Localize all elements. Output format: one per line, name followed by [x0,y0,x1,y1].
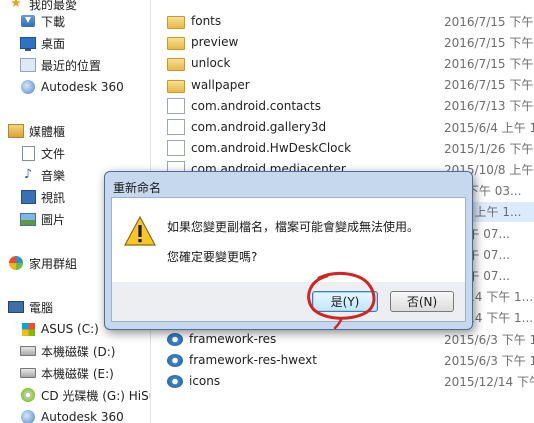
file-date: 2016/7/15 下午 0... [444,56,534,71]
file-date: 2015/12/14 下午 ... [444,374,534,389]
file-icon [167,97,185,114]
dialog-question: 您確定要變更嗎? [167,250,258,264]
file-name: framework-res [189,332,277,346]
nav-item-label: 下載 [41,14,66,29]
nav-item-drive-c[interactable]: ASUS (C:) [20,319,99,339]
autodesk-icon [20,410,36,423]
folder-icon [167,58,185,72]
file-row[interactable]: com.android.contacts 2016/7/13 下午 1... [167,96,534,116]
file-name: unlock [191,56,231,71]
nav-item-label: 桌面 [41,36,66,51]
nav-item-label: 最近的位置 [41,58,102,73]
file-date: 2015/6/3 下午 1... [444,353,534,368]
nav-item-label: Autodesk 360 [41,80,124,94]
nav-item-drive-g[interactable]: CD 光碟機 (G:) HiSu [20,385,151,405]
nav-item-label: ASUS (C:) [41,322,99,336]
nav-item-label: 視訊 [41,190,66,205]
nav-item-autodesk[interactable]: Autodesk 360 [20,77,124,97]
nav-item-drive-e[interactable]: 本機磁碟 (E:) [20,363,114,383]
file-date: 2016/7/13 下午 1... [444,99,534,114]
rename-dialog: 重新命名 如果您變更副檔名，檔案可能會變成無法使用。 您確定要變更嗎? 是(Y)… [104,171,473,330]
desktop-icon [20,36,36,51]
file-name: preview [191,35,239,50]
nav-item-desktop[interactable]: 桌面 [20,33,65,53]
nav-item-documents[interactable]: 文件 [20,143,65,163]
dialog-title: 重新命名 [113,181,162,195]
file-row[interactable]: wallpaper 2016/7/15 下午 0... [167,75,534,95]
file-icon [167,119,185,135]
dialog-footer: 是(Y) 否(N) [111,282,466,322]
windows-drive-icon [20,322,36,336]
nav-libraries-label: 媒體櫃 [29,124,66,139]
recent-places-icon [20,58,36,72]
nav-item-label: 文件 [41,146,66,161]
nav-item-video[interactable]: 視訊 [20,187,65,207]
nav-item-label: 本機磁碟 (E:) [41,366,114,381]
video-icon [20,190,36,204]
nav-item-label: 音樂 [41,168,66,183]
file-date: 2015/6/3 下午 1... [444,332,534,347]
file-name: framework-res-hwext [189,353,317,368]
no-button[interactable]: 否(N) [390,291,454,312]
file-row[interactable]: com.android.HwDeskClock 2015/1/26 下午 0... [167,138,534,158]
yes-button[interactable]: 是(Y) [312,291,378,312]
config-file-icon [167,353,183,367]
nav-libraries[interactable]: 媒體櫃 [8,121,65,141]
file-row[interactable]: fonts 2016/7/15 下午 ... [167,11,534,31]
file-date: 2016/7/15 下午 0... [444,78,534,93]
library-icon [8,124,24,138]
nav-computer[interactable]: 電腦 [8,297,53,317]
file-name: com.android.gallery3d [191,120,327,134]
folder-icon [167,16,185,29]
file-name: icons [189,374,221,389]
star-icon: ★ [10,0,22,11]
config-file-icon [167,332,183,346]
nav-item-recent-places[interactable]: 最近的位置 [20,55,101,75]
folder-icon [167,37,185,51]
config-file-icon [167,374,183,388]
file-name: fonts [191,14,222,28]
dialog-body: 如果您變更副檔名，檔案可能會變成無法使用。 您確定要變更嗎? [111,197,466,284]
file-name: com.android.HwDeskClock [191,141,352,156]
homegroup-icon [8,256,24,270]
file-icon [167,140,185,157]
pictures-icon [20,212,36,226]
file-row[interactable]: unlock 2016/7/15 下午 0... [167,53,534,73]
file-row[interactable]: icons 2015/12/14 下午 ... [167,371,534,391]
nav-computer-label: 電腦 [29,300,54,315]
nav-item-drive-d[interactable]: 本機磁碟 (D:) [20,341,115,361]
file-row[interactable]: framework-res-hwext 2015/6/3 下午 1... [167,350,534,370]
music-icon: ♪ [23,167,33,182]
documents-icon [20,145,36,161]
nav-item-downloads[interactable]: 下載 [20,11,65,31]
nav-homegroup-label: 家用群組 [29,256,78,271]
file-row[interactable]: preview 2016/7/15 下午 0... [167,32,534,52]
file-name: wallpaper [191,77,250,92]
nav-homegroup[interactable]: 家用群組 [8,253,77,273]
download-icon [20,14,36,28]
file-date: 2015/6/4 上午 11... [444,120,534,135]
drive-icon [20,366,36,380]
autodesk-icon [20,80,36,94]
nav-item-label: CD 光碟機 (G:) HiSu [41,388,151,403]
file-date: 2015/1/26 下午 0... [444,141,534,156]
cd-drive-icon [20,388,36,402]
nav-item-label: Autodesk 360 [41,410,124,423]
drive-icon [20,344,36,358]
computer-icon [8,300,24,314]
file-name: com.android.contacts [191,98,321,113]
nav-item-pictures[interactable]: 圖片 [20,209,65,229]
file-date: 2016/7/15 下午 0... [444,35,534,50]
dialog-message: 如果您變更副檔名，檔案可能會變成無法使用。 [167,220,420,234]
nav-item-autodesk-360[interactable]: Autodesk 360 [20,407,124,423]
folder-icon [167,79,185,93]
file-row[interactable]: com.android.gallery3d 2015/6/4 上午 11... [167,117,534,137]
nav-item-label: 本機磁碟 (D:) [41,344,116,359]
nav-item-music[interactable]: ♪ 音樂 [20,165,65,185]
nav-item-label: 圖片 [41,212,66,227]
file-date: 2016/7/15 下午 ... [444,14,534,29]
file-row[interactable]: framework-res 2015/6/3 下午 1... [167,329,534,349]
